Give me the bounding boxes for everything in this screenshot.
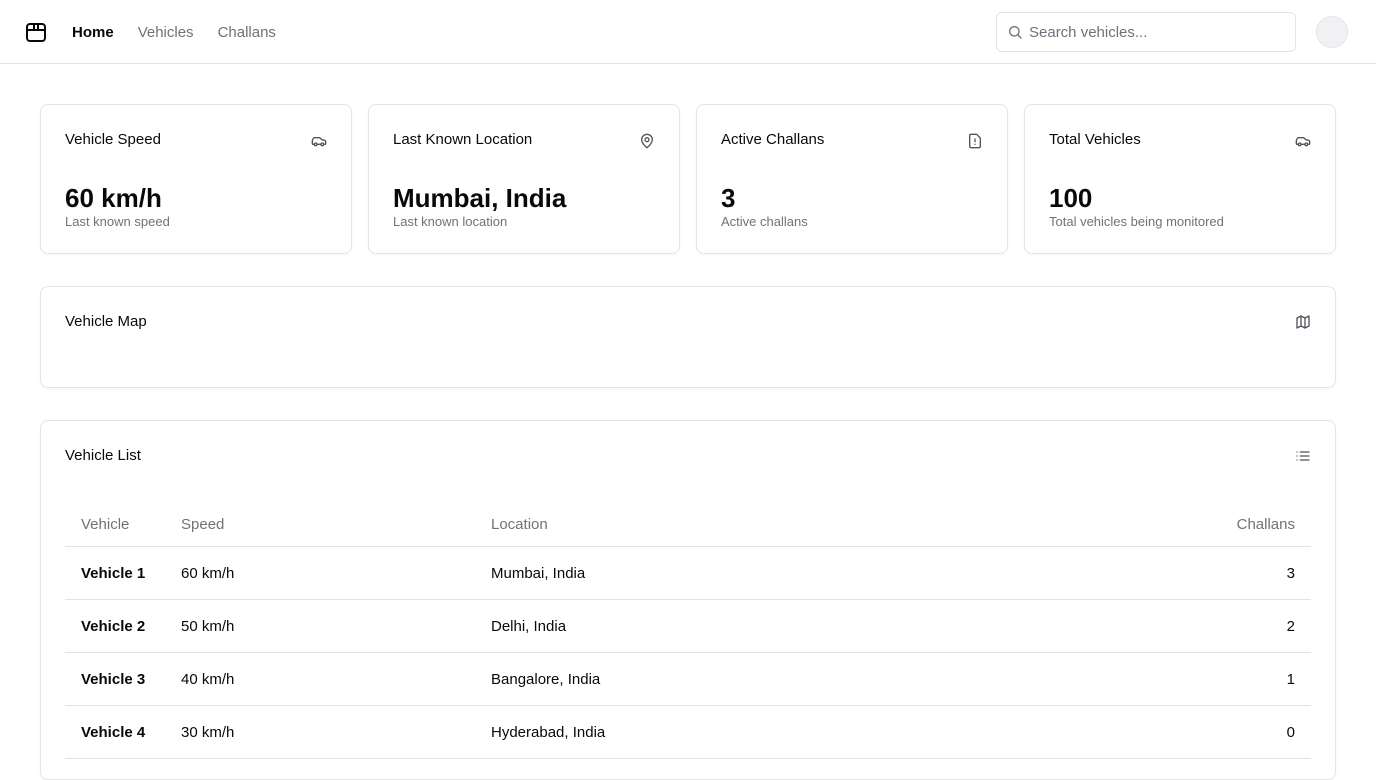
column-header-challans[interactable]: Challans: [1237, 503, 1295, 546]
stat-subtitle: Last known location: [393, 214, 508, 229]
search-input[interactable]: [1029, 13, 1289, 51]
user-avatar[interactable]: [1316, 16, 1348, 48]
vehicle-table: Vehicle Speed Location Challans Vehicle …: [65, 503, 1311, 759]
table-row[interactable]: Vehicle 3 40 km/h Bangalore, India 1: [65, 653, 1311, 706]
vehicle-name-cell: Vehicle 4: [81, 723, 146, 741]
card-title: Vehicle List: [65, 447, 141, 464]
vehicle-speed-card: Vehicle Speed 60 km/h Last known speed: [40, 104, 352, 254]
map-pin-icon: [639, 133, 655, 149]
table-row[interactable]: Vehicle 2 50 km/h Delhi, India 2: [65, 600, 1311, 653]
card-title: Total Vehicles: [1049, 131, 1141, 148]
challans-cell: 2: [1286, 617, 1295, 635]
challans-cell: 0: [1286, 723, 1295, 741]
search-icon: [1007, 24, 1023, 40]
file-alert-icon: [967, 133, 983, 149]
top-navigation-bar: Home Vehicles Challans: [0, 0, 1376, 64]
nav-home-link[interactable]: Home: [72, 24, 114, 41]
card-title: Active Challans: [721, 131, 825, 148]
map-icon: [1295, 314, 1311, 330]
stat-value: 100: [1049, 183, 1093, 213]
search-box: [996, 12, 1296, 52]
stat-subtitle: Active challans: [721, 214, 808, 229]
vehicle-name-cell: Vehicle 1: [81, 564, 146, 582]
nav-vehicles-link[interactable]: Vehicles: [138, 24, 194, 41]
location-cell: Bangalore, India: [491, 670, 601, 688]
column-header-location[interactable]: Location: [491, 503, 548, 546]
table-header-row: Vehicle Speed Location Challans: [65, 503, 1311, 547]
last-location-card: Last Known Location Mumbai, India Last k…: [368, 104, 680, 254]
location-cell: Hyderabad, India: [491, 723, 606, 741]
challans-cell: 3: [1286, 564, 1295, 582]
vehicle-name-cell: Vehicle 2: [81, 617, 146, 635]
table-row[interactable]: Vehicle 4 30 km/h Hyderabad, India 0: [65, 706, 1311, 759]
vehicle-name-cell: Vehicle 3: [81, 670, 146, 688]
card-title: Vehicle Map: [65, 313, 147, 330]
stat-value: 60 km/h: [65, 183, 162, 213]
active-challans-card: Active Challans 3 Active challans: [696, 104, 1008, 254]
stat-subtitle: Total vehicles being monitored: [1049, 214, 1224, 229]
speed-cell: 40 km/h: [181, 670, 235, 688]
card-title: Vehicle Speed: [65, 131, 161, 148]
vehicle-map-card: Vehicle Map: [40, 286, 1336, 388]
column-header-vehicle[interactable]: Vehicle: [81, 503, 129, 546]
package-icon[interactable]: [24, 20, 48, 44]
location-cell: Mumbai, India: [491, 564, 586, 582]
column-header-speed[interactable]: Speed: [181, 503, 224, 546]
table-row[interactable]: Vehicle 1 60 km/h Mumbai, India 3: [65, 547, 1311, 600]
stat-value: 3: [721, 183, 736, 213]
location-cell: Delhi, India: [491, 617, 567, 635]
card-title: Last Known Location: [393, 131, 533, 148]
nav-challans-link[interactable]: Challans: [218, 24, 276, 41]
stat-subtitle: Last known speed: [65, 214, 170, 229]
car-icon: [1295, 133, 1311, 149]
list-icon: [1295, 448, 1311, 464]
stat-value: Mumbai, India: [393, 183, 567, 213]
vehicle-list-card: Vehicle List Vehicle Speed Location Chal…: [40, 420, 1336, 780]
car-icon: [311, 133, 327, 149]
speed-cell: 30 km/h: [181, 723, 235, 741]
total-vehicles-card: Total Vehicles 100 Total vehicles being …: [1024, 104, 1336, 254]
challans-cell: 1: [1286, 670, 1295, 688]
speed-cell: 60 km/h: [181, 564, 235, 582]
speed-cell: 50 km/h: [181, 617, 235, 635]
main-nav: Home Vehicles Challans: [72, 0, 276, 64]
